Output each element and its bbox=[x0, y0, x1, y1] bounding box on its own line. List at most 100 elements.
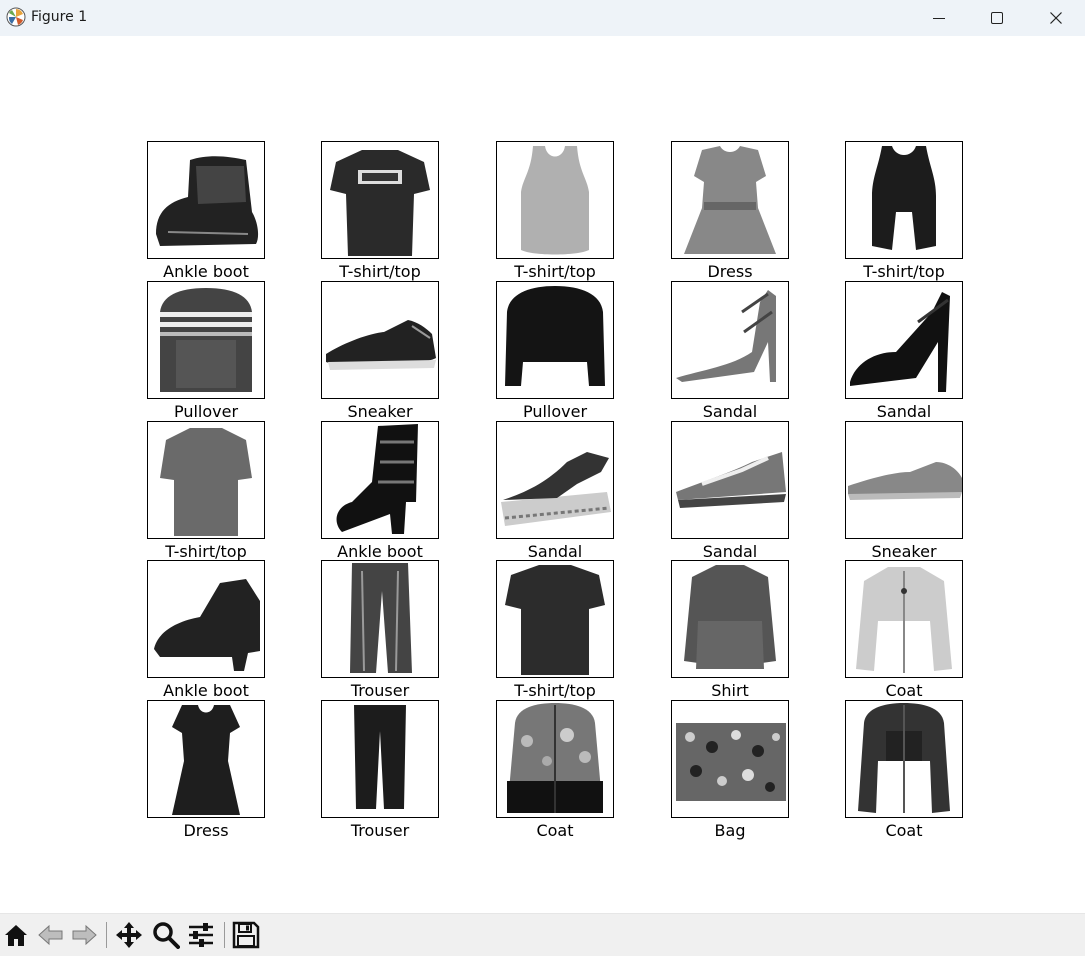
forward-arrow-icon bbox=[72, 924, 97, 946]
image-label: Ankle boot bbox=[163, 681, 249, 700]
magnifier-icon bbox=[153, 922, 180, 949]
zoom-button[interactable] bbox=[151, 920, 181, 950]
move-icon bbox=[116, 922, 142, 948]
floppy-disk-icon bbox=[232, 921, 260, 949]
image-cell bbox=[671, 421, 789, 539]
image-label: Trouser bbox=[350, 681, 410, 700]
pullover-icon bbox=[505, 286, 605, 386]
image-label: Shirt bbox=[711, 681, 749, 700]
image-label: Trouser bbox=[350, 821, 410, 840]
image-cell bbox=[147, 560, 265, 678]
window-title: Figure 1 bbox=[31, 9, 88, 25]
image-cell bbox=[496, 141, 614, 259]
toolbar-separator bbox=[224, 922, 225, 948]
image-cell bbox=[671, 281, 789, 399]
tshirt-icon bbox=[330, 150, 430, 256]
image-cell bbox=[845, 141, 963, 259]
dress-icon bbox=[684, 146, 776, 254]
image-cell bbox=[496, 560, 614, 678]
bag-pattern-icon bbox=[676, 723, 786, 801]
image-label: Coat bbox=[885, 821, 923, 840]
image-label: Ankle boot bbox=[337, 542, 423, 561]
minimize-button[interactable] bbox=[910, 0, 968, 36]
image-label: Dress bbox=[707, 262, 753, 281]
shirt-icon bbox=[684, 565, 776, 669]
image-cell bbox=[321, 141, 439, 259]
configure-subplots-button[interactable] bbox=[186, 920, 216, 950]
image-cell bbox=[845, 281, 963, 399]
dress-dark-icon bbox=[172, 705, 240, 815]
image-cell bbox=[147, 700, 265, 818]
home-button[interactable] bbox=[1, 920, 31, 950]
close-button[interactable] bbox=[1027, 0, 1085, 36]
coat-light-icon bbox=[856, 567, 952, 673]
navigation-toolbar bbox=[0, 913, 1085, 956]
image-cell bbox=[496, 421, 614, 539]
image-label: Coat bbox=[885, 681, 923, 700]
back-button[interactable] bbox=[36, 920, 66, 950]
image-label: T-shirt/top bbox=[514, 681, 596, 700]
image-cell bbox=[321, 700, 439, 818]
trouser-jeans-icon bbox=[350, 563, 412, 673]
image-label: Sandal bbox=[527, 542, 583, 561]
image-label: Sandal bbox=[876, 402, 932, 421]
image-label: Pullover bbox=[522, 402, 588, 421]
image-cell bbox=[671, 700, 789, 818]
pullover-striped-icon bbox=[160, 288, 252, 392]
figure-canvas[interactable]: Ankle boot T-shirt/top T-shirt/top Dress T-s… bbox=[0, 36, 1085, 913]
image-cell bbox=[147, 421, 265, 539]
image-cell bbox=[845, 560, 963, 678]
sneaker-icon bbox=[326, 320, 436, 370]
image-label: Dress bbox=[183, 821, 229, 840]
image-label: Coat bbox=[536, 821, 574, 840]
close-icon bbox=[1050, 12, 1062, 24]
coat-dark-icon bbox=[858, 703, 950, 813]
sandal-heel-dark-icon bbox=[850, 292, 950, 392]
tank-top-dark-icon bbox=[872, 146, 936, 250]
image-cell bbox=[845, 421, 963, 539]
image-label: T-shirt/top bbox=[339, 262, 421, 281]
trouser-icon bbox=[354, 705, 406, 809]
image-cell bbox=[845, 700, 963, 818]
image-cell bbox=[321, 421, 439, 539]
toolbar-separator bbox=[106, 922, 107, 948]
image-cell bbox=[496, 281, 614, 399]
sandal-heel-icon bbox=[676, 290, 776, 382]
coat-pattern-icon bbox=[507, 703, 603, 813]
title-bar[interactable]: Figure 1 bbox=[0, 0, 1085, 36]
tshirt-long-icon bbox=[160, 428, 252, 536]
image-label: Pullover bbox=[173, 402, 239, 421]
tank-top-icon bbox=[521, 146, 589, 255]
image-cell bbox=[147, 281, 265, 399]
ankle-boot-icon bbox=[156, 156, 259, 246]
image-label: T-shirt/top bbox=[165, 542, 247, 561]
image-label: Bag bbox=[714, 821, 746, 840]
ankle-boot-2-icon bbox=[154, 579, 260, 671]
sneaker-light-icon bbox=[848, 462, 962, 500]
back-arrow-icon bbox=[38, 924, 63, 946]
image-cell bbox=[671, 560, 789, 678]
image-label: Sneaker bbox=[871, 542, 937, 561]
image-cell bbox=[671, 141, 789, 259]
tshirt-dark-icon bbox=[505, 565, 605, 675]
image-label: Sandal bbox=[702, 402, 758, 421]
maximize-icon bbox=[991, 12, 1003, 24]
heel-boot-icon bbox=[336, 424, 418, 534]
image-label: T-shirt/top bbox=[863, 262, 945, 281]
image-cell bbox=[147, 141, 265, 259]
image-label: T-shirt/top bbox=[514, 262, 596, 281]
matplotlib-logo-icon bbox=[6, 7, 26, 27]
image-label: Sneaker bbox=[347, 402, 413, 421]
pan-button[interactable] bbox=[114, 920, 144, 950]
sliders-icon bbox=[189, 923, 213, 947]
image-cell bbox=[321, 281, 439, 399]
home-icon bbox=[5, 925, 27, 946]
image-cell bbox=[321, 560, 439, 678]
forward-button[interactable] bbox=[69, 920, 99, 950]
save-button[interactable] bbox=[231, 920, 261, 950]
image-label: Ankle boot bbox=[163, 262, 249, 281]
image-cell bbox=[496, 700, 614, 818]
minimize-icon bbox=[933, 18, 945, 19]
maximize-button[interactable] bbox=[968, 0, 1026, 36]
sandal-wedge-icon bbox=[501, 452, 611, 526]
